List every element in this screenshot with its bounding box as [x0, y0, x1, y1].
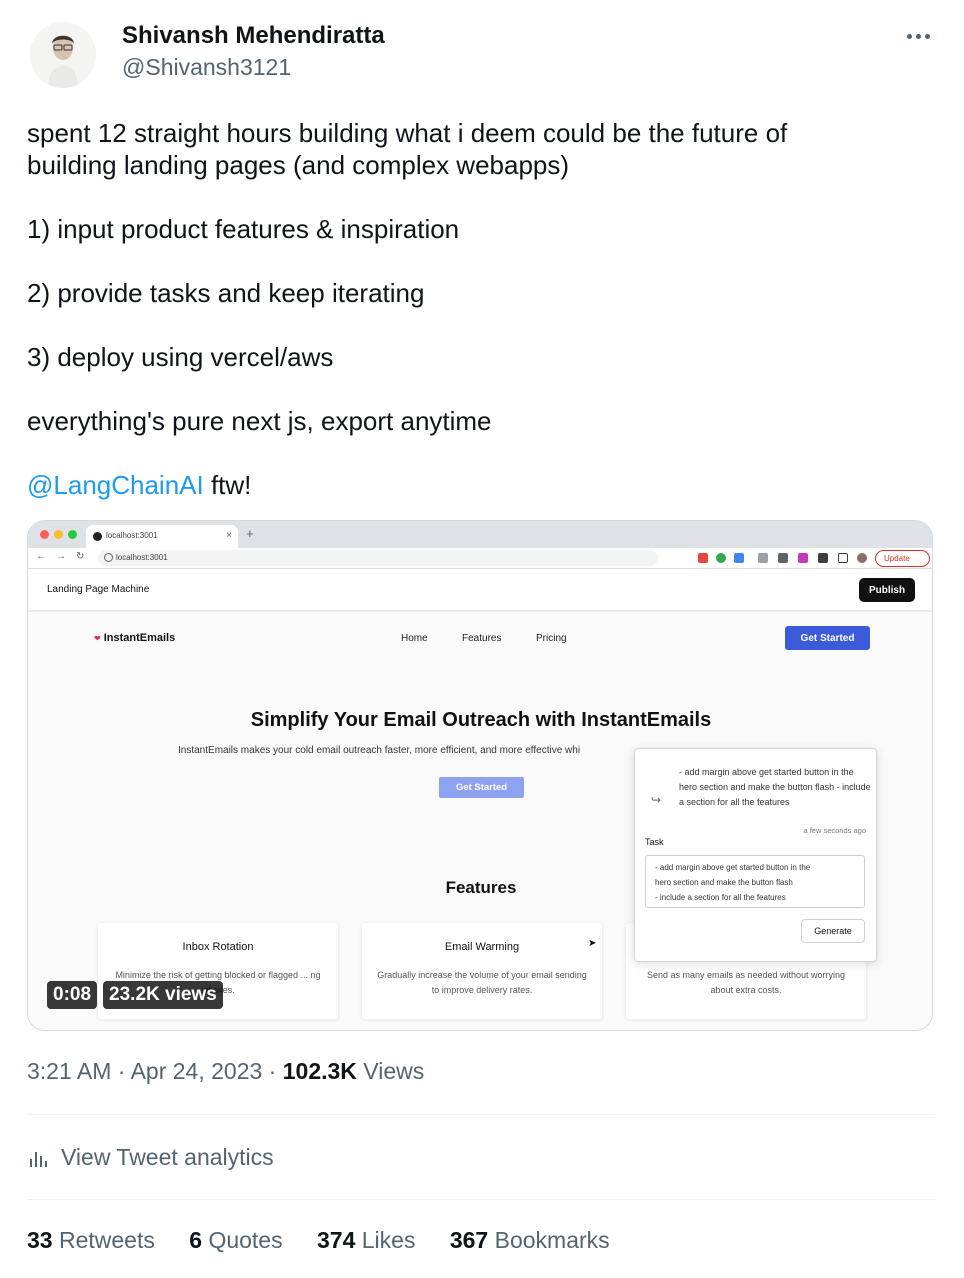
extension-icon [758, 553, 768, 563]
author-handle[interactable]: @Shivansh3121 [122, 54, 291, 81]
feature-title: Email Warming [444, 941, 520, 953]
hero-get-started-button: Get Started [439, 777, 524, 798]
tweet-meta: 3:21 AM · Apr 24, 2023 · 102.3K Views [27, 1058, 425, 1084]
url-field: localhost:3001 [98, 550, 658, 566]
extension-icon [716, 553, 726, 563]
browser-tab: localhost:3001 × [86, 525, 238, 548]
site-get-started-button: Get Started [785, 626, 870, 650]
extension-icon [778, 553, 788, 563]
app-header: Landing Page Machine Publish [28, 569, 932, 611]
publish-button: Publish [859, 578, 915, 602]
tweet-time[interactable]: 3:21 AM [27, 1058, 111, 1084]
site-nav-features: Features [462, 633, 502, 644]
retweets-stat[interactable]: 33 Retweets [27, 1227, 155, 1253]
likes-stat[interactable]: 374 Likes [317, 1227, 415, 1253]
tweet-line: spent 12 straight hours building what i … [27, 118, 788, 148]
tweet-step: 1) input product features & inspiration [27, 214, 460, 244]
video-badges: 0:08 23.2K views [47, 981, 223, 1009]
tweet-closing: everything's pure next js, export anytim… [27, 406, 492, 436]
feature-card: Email Warming Gradually increase the vol… [362, 923, 602, 1019]
site-nav-home: Home [401, 633, 428, 644]
bookmarks-stat[interactable]: 367 Bookmarks [450, 1227, 610, 1253]
generate-button: Generate [801, 919, 865, 943]
analytics-label: View Tweet analytics [61, 1143, 274, 1170]
url-text: localhost:3001 [116, 553, 168, 562]
task-history-entry: - add margin above get started button in… [679, 767, 871, 807]
site-brand: ❤ InstantEmails [94, 632, 176, 644]
close-window-dot [40, 530, 49, 539]
favicon-icon [93, 532, 102, 541]
update-button: Update [875, 550, 930, 567]
author-avatar[interactable] [30, 22, 96, 88]
tab-close-icon: × [226, 530, 232, 541]
more-options-button[interactable] [900, 22, 936, 50]
redo-icon: ↪ [651, 793, 662, 807]
hero-title: Simplify Your Email Outreach with Instan… [250, 709, 712, 731]
divider [27, 1199, 935, 1200]
mention-link[interactable]: @LangChainAI [27, 470, 204, 500]
side-panel-icon [838, 553, 848, 563]
view-analytics-link[interactable]: View Tweet analytics [27, 1140, 274, 1174]
video-player[interactable]: localhost:3001 × + ← → ↻ localhost:3001 … [27, 520, 933, 1031]
video-views: 23.2K views [103, 981, 223, 1009]
extension-icon [734, 553, 744, 563]
tweet-suffix: ftw! [203, 470, 252, 500]
tweet: Shivansh Mehendiratta @Shivansh3121 spen… [0, 0, 964, 1278]
task-label: Task [645, 837, 664, 847]
forward-arrow-icon: → [56, 551, 66, 562]
new-tab-icon: + [246, 526, 254, 541]
feature-description: Gradually increase the volume of your em… [377, 970, 587, 995]
profile-avatar-icon [857, 553, 867, 563]
feature-title: Inbox Rotation [182, 941, 254, 953]
tweet-date[interactable]: Apr 24, 2023 [131, 1058, 263, 1084]
tweet-text: spent 12 straight hours building what i … [27, 117, 927, 501]
video-duration: 0:08 [47, 981, 98, 1009]
browser-tab-title: localhost:3001 [106, 531, 158, 540]
mouse-cursor-icon: ➤ [588, 938, 597, 949]
divider [27, 1114, 935, 1115]
heart-icon: ❤ [94, 634, 101, 643]
browser-tab-strip: localhost:3001 × + [28, 521, 932, 548]
minimize-window-dot [54, 530, 63, 539]
reload-icon: ↻ [76, 551, 85, 562]
author-name[interactable]: Shivansh Mehendiratta [122, 22, 385, 50]
quotes-stat[interactable]: 6 Quotes [189, 1227, 282, 1253]
site-nav-pricing: Pricing [536, 633, 567, 644]
views-count: 102.3K [282, 1058, 357, 1084]
tweet-step: 3) deploy using vercel/aws [27, 342, 334, 372]
extension-icon [698, 553, 708, 563]
tweet-mention-line: @LangChainAI ftw! [27, 469, 927, 501]
more-icon [906, 33, 912, 39]
feature-description: Send as many emails as needed without wo… [646, 970, 846, 995]
engagement-stats: 33 Retweets 6 Quotes 374 Likes 367 Bookm… [27, 1227, 638, 1254]
task-input: - add margin above get started button in… [645, 855, 865, 908]
site-info-icon [104, 553, 113, 562]
tweet-line: building landing pages (and complex weba… [27, 150, 570, 180]
browser-address-bar: ← → ↻ localhost:3001 Update [28, 548, 932, 569]
tweet-step: 2) provide tasks and keep iterating [27, 278, 425, 308]
views-label: Views [363, 1058, 425, 1084]
maximize-window-dot [68, 530, 77, 539]
extension-icon [798, 553, 808, 563]
task-panel: ↪ - add margin above get started button … [634, 748, 877, 962]
app-title: Landing Page Machine [47, 584, 150, 595]
analytics-bar-icon [30, 1152, 47, 1167]
puzzle-icon [818, 553, 828, 563]
task-timestamp: a few seconds ago [803, 826, 866, 835]
back-arrow-icon: ← [36, 551, 46, 562]
